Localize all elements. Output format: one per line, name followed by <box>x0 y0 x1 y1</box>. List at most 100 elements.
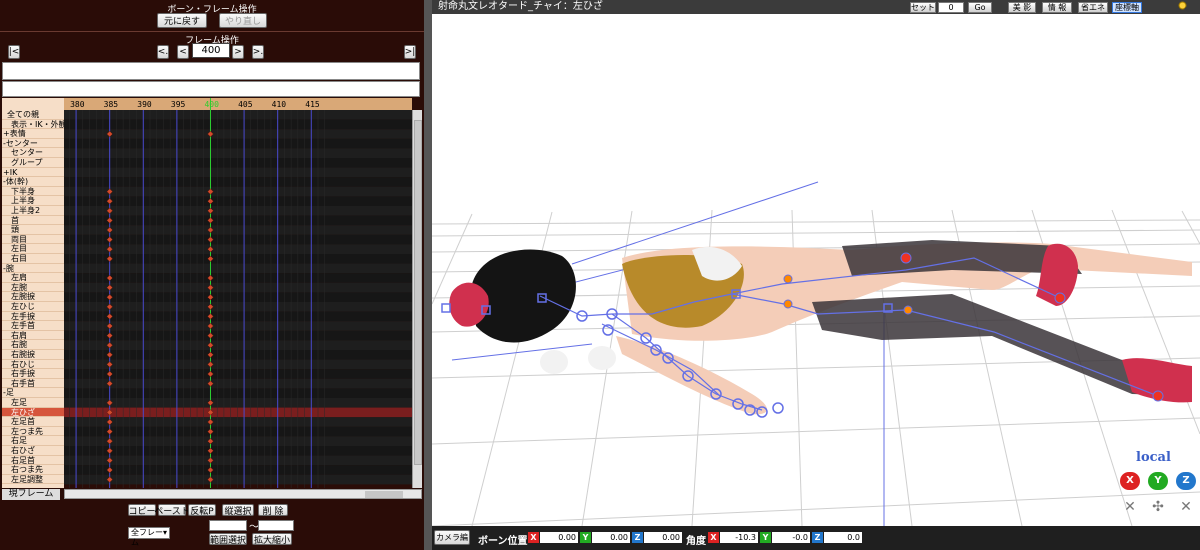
bone-position-label: ボーン位置 <box>478 536 528 547</box>
track-label[interactable]: 左ひざ <box>2 407 64 418</box>
vertical-select-button[interactable]: 縦選択 <box>222 504 254 517</box>
track-label[interactable]: 首 <box>2 216 64 226</box>
track-label[interactable]: 右肩 <box>2 331 64 341</box>
track-label[interactable]: 左足 <box>2 398 64 408</box>
track-label[interactable]: -足 <box>2 388 64 398</box>
track-label[interactable]: 全ての親 <box>2 110 64 120</box>
track-label[interactable]: -腕 <box>2 264 64 274</box>
track-list: 全ての親 表示・IK・外観 +表情 -センター センター グループ +IK -体(幹) 下半身上… <box>2 98 64 488</box>
undo-button[interactable]: 元に戻す <box>157 13 207 28</box>
keyframe-grid[interactable]: 380 385 390 395 400 405 410 415 <box>64 98 412 488</box>
vertical-scroll-thumb[interactable] <box>414 120 422 465</box>
track-label[interactable]: 左腕捩 <box>2 292 64 302</box>
track-label[interactable]: 右腕捩 <box>2 350 64 360</box>
track-label[interactable]: 右ひじ <box>2 360 64 370</box>
track-label[interactable]: 右目 <box>2 254 64 264</box>
local-mode-label[interactable]: local <box>1136 450 1171 465</box>
track-label[interactable]: 左手捩 <box>2 312 64 322</box>
set-input[interactable]: 0 <box>938 2 964 13</box>
track-label[interactable]: 左腕 <box>2 283 64 293</box>
x-axis-button[interactable]: X <box>1120 472 1140 490</box>
angle-label: 角度 <box>686 536 706 547</box>
ang-y-field[interactable]: -0.0 <box>772 532 810 543</box>
frame-filter-select[interactable]: 全フレーム ▾ <box>128 527 170 547</box>
track-label[interactable]: 下半身 <box>2 187 64 197</box>
track-label[interactable]: 両目 <box>2 235 64 245</box>
next-frame-button[interactable]: > <box>232 45 244 59</box>
copy-button[interactable]: コピー <box>128 504 156 517</box>
track-label[interactable]: +表情 <box>2 129 64 139</box>
last-frame-button[interactable]: >| <box>404 45 416 59</box>
delete-button[interactable]: 削 除 <box>258 504 288 517</box>
track-label[interactable]: 上半身 <box>2 196 64 206</box>
track-label[interactable]: -センター <box>2 139 64 149</box>
zoom-button[interactable]: 拡大縮小 <box>252 533 292 546</box>
track-label[interactable]: 左足調整 <box>2 475 64 485</box>
range-select-button[interactable]: 範囲選択 <box>209 533 247 546</box>
track-label[interactable]: 右足首 <box>2 456 64 466</box>
camera-edit-button[interactable]: カメラ編 <box>434 530 470 545</box>
track-label[interactable]: グループ <box>2 158 64 168</box>
shadow-button[interactable]: 美 影 <box>1008 2 1036 13</box>
y-axis-button[interactable]: Y <box>1148 472 1168 490</box>
app-root: ボーン・フレーム操作 元に戻す やり直し フレーム操作 |< <. < 400 … <box>0 0 1200 550</box>
track-label[interactable]: 頭 <box>2 225 64 235</box>
pos-z-label: Z <box>632 532 643 543</box>
ang-z-label: Z <box>812 532 823 543</box>
horizontal-scroll-thumb[interactable] <box>365 491 403 498</box>
track-label[interactable]: 右つま先 <box>2 465 64 475</box>
track-label[interactable]: +IK <box>2 168 64 178</box>
save-energy-button[interactable]: 省エネ <box>1078 2 1108 13</box>
track-label[interactable]: 右手捩 <box>2 369 64 379</box>
zoom-lens-icon[interactable] <box>1178 1 1189 12</box>
pos-z-field[interactable]: 0.00 <box>644 532 682 543</box>
track-label[interactable]: 右足 <box>2 436 64 446</box>
track-label[interactable]: 左肩 <box>2 273 64 283</box>
paste-button[interactable]: ペースト <box>154 504 190 517</box>
z-axis-button[interactable]: Z <box>1176 472 1196 490</box>
track-label[interactable]: 左目 <box>2 244 64 254</box>
interpolation-area[interactable] <box>2 62 420 80</box>
coord-axes-button[interactable]: 座標軸 <box>1112 2 1142 13</box>
z-rotate-icon[interactable]: ✕ <box>1176 498 1196 516</box>
ang-y-label: Y <box>760 532 771 543</box>
redo-button[interactable]: やり直し <box>219 13 267 28</box>
next-key-button[interactable]: >. <box>252 45 264 59</box>
status-bar: カメラ編 ボーン位置 X 0.00 Y 0.00 Z 0.00 角度 X -10… <box>432 526 1200 550</box>
track-label[interactable]: 表示・IK・外観 <box>2 120 64 130</box>
ang-x-field[interactable]: -10.3 <box>720 532 758 543</box>
track-label[interactable]: 右手首 <box>2 379 64 389</box>
track-label[interactable]: センター <box>2 148 64 158</box>
vertical-scrollbar[interactable] <box>412 110 422 488</box>
horizontal-scrollbar[interactable] <box>64 489 422 499</box>
current-frame-button[interactable]: 現フレーム <box>2 489 60 500</box>
pos-y-field[interactable]: 0.00 <box>592 532 630 543</box>
track-label[interactable]: 右腕 <box>2 340 64 350</box>
track-label[interactable]: 左ひじ <box>2 302 64 312</box>
track-label[interactable]: 上半身2 <box>2 206 64 216</box>
track-label[interactable]: 左つま先 <box>2 427 64 437</box>
track-label[interactable]: 右ひざ <box>2 446 64 456</box>
prev-frame-button[interactable]: < <box>177 45 189 59</box>
set-button[interactable]: セット <box>910 2 936 13</box>
ruler-tick-label: 390 <box>137 100 152 109</box>
range-start-input[interactable] <box>209 520 247 531</box>
first-frame-button[interactable]: |< <box>8 45 20 59</box>
interpolation-area-2[interactable] <box>2 81 420 97</box>
info-button[interactable]: 情 報 <box>1042 2 1072 13</box>
flip-paste-button[interactable]: 反転P <box>188 504 216 517</box>
viewer-panel: 射命丸文レオタード_チャイ：左ひざ セット 0 Go 美 影 情 報 省エネ 座… <box>432 0 1200 550</box>
x-rotate-icon[interactable]: ✕ <box>1120 498 1140 516</box>
track-label[interactable]: 左手首 <box>2 321 64 331</box>
y-rotate-icon[interactable]: ✣ <box>1148 498 1168 516</box>
3d-viewport[interactable]: local X Y Z ✕ ✣ ✕ <box>432 14 1200 526</box>
track-label[interactable]: -体(幹) <box>2 177 64 187</box>
ang-z-field[interactable]: 0.0 <box>824 532 862 543</box>
frame-number-input[interactable]: 400 <box>192 43 230 58</box>
panel-splitter[interactable] <box>424 0 432 550</box>
pos-x-field[interactable]: 0.00 <box>540 532 578 543</box>
track-label[interactable]: 左足首 <box>2 417 64 427</box>
range-end-input[interactable] <box>258 520 294 531</box>
prev-key-button[interactable]: <. <box>157 45 169 59</box>
go-button[interactable]: Go <box>968 2 992 13</box>
